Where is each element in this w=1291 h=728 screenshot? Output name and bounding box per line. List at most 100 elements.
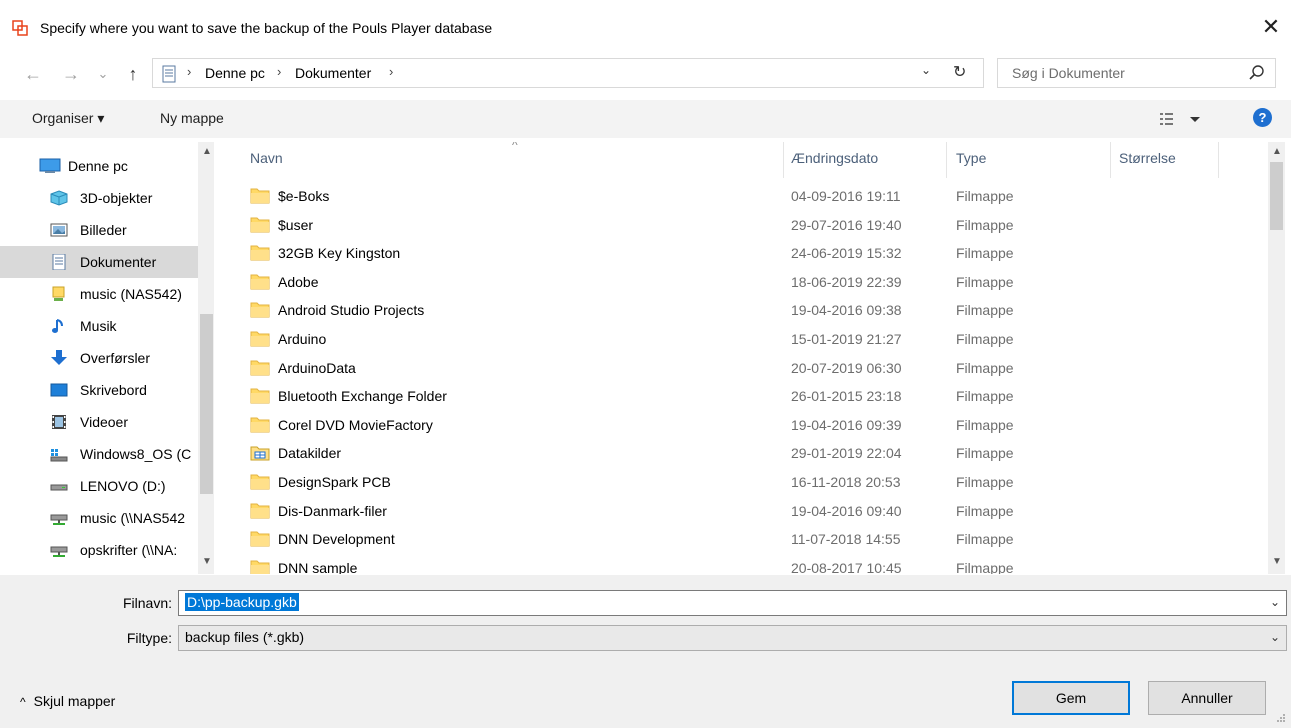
column-header-size[interactable]: Størrelse xyxy=(1119,150,1176,166)
sidebar-item-videos[interactable]: Videoer xyxy=(0,406,198,438)
folder-icon xyxy=(250,302,270,318)
sidebar-item-music-nas[interactable]: music (NAS542) xyxy=(0,278,198,310)
refresh-icon[interactable]: ↻ xyxy=(953,62,966,82)
file-row[interactable]: $user 29-07-2016 19:40 Filmappe xyxy=(228,211,1268,240)
column-divider[interactable] xyxy=(1218,142,1219,178)
breadcrumb-this-pc[interactable]: Denne pc xyxy=(205,65,265,81)
help-icon[interactable]: ? xyxy=(1253,108,1272,127)
file-row[interactable]: Dis-Danmark-filer 19-04-2016 09:40 Filmapp… xyxy=(228,497,1268,526)
sidebar-item-3d-objects[interactable]: 3D-objekter xyxy=(0,182,198,214)
folder-icon xyxy=(250,503,270,519)
folder-icon xyxy=(250,331,270,347)
file-date: 24-06-2019 15:32 xyxy=(791,245,902,262)
sidebar-item-lenovo-drive[interactable]: LENOVO (D:) xyxy=(0,470,198,502)
file-row[interactable]: DNN sample 20-08-2017 10:45 Filmappe xyxy=(228,554,1268,574)
sidebar-item-music[interactable]: Musik xyxy=(0,310,198,342)
sidebar-item-label: Videoer xyxy=(80,414,129,430)
column-divider[interactable] xyxy=(1110,142,1111,178)
file-type: Filmappe xyxy=(956,531,1014,548)
view-options-icon[interactable] xyxy=(1160,110,1210,128)
new-folder-button[interactable]: Ny mappe xyxy=(160,110,224,126)
sidebar-item-desktop[interactable]: Skrivebord xyxy=(0,374,198,406)
file-row[interactable]: DesignSpark PCB 16-11-2018 20:53 Filmappe xyxy=(228,468,1268,497)
column-header-date[interactable]: Ændringsdato xyxy=(791,150,878,166)
search-box[interactable]: Søg i Dokumenter xyxy=(997,58,1276,88)
sidebar-item-pictures[interactable]: Billeder xyxy=(0,214,198,246)
scroll-up-icon[interactable]: ▲ xyxy=(1272,146,1282,157)
file-type: Filmappe xyxy=(956,302,1014,319)
search-input[interactable]: Søg i Dokumenter xyxy=(1012,65,1125,81)
recent-locations-chevron-icon[interactable]: ⌄ xyxy=(90,56,116,92)
file-row[interactable]: Bluetooth Exchange Folder 26-01-2015 23:1… xyxy=(228,382,1268,411)
organize-menu-button[interactable]: Organiser ▾ xyxy=(32,110,104,127)
file-row[interactable]: $e-Boks 04-09-2016 19:11 Filmappe xyxy=(228,182,1268,211)
file-row[interactable]: Corel DVD MovieFactory 19-04-2016 09:39 Fi… xyxy=(228,411,1268,440)
file-type: Filmappe xyxy=(956,559,1014,574)
address-bar[interactable]: › Denne pc › Dokumenter › ⌄ ↻ xyxy=(152,58,984,88)
file-name: Bluetooth Exchange Folder xyxy=(278,388,447,405)
file-row[interactable]: Android Studio Projects 19-04-2016 09:38 F… xyxy=(228,296,1268,325)
up-arrow-icon[interactable]: ↑ xyxy=(120,56,146,92)
film-icon xyxy=(52,415,66,429)
filetype-dropdown-icon[interactable]: ⌄ xyxy=(1270,630,1280,644)
search-icon[interactable] xyxy=(1248,64,1266,82)
network-folder-icon xyxy=(52,286,65,301)
file-type: Filmappe xyxy=(956,188,1014,204)
sidebar-item-windows-os-drive[interactable]: Windows8_OS (C xyxy=(0,438,198,470)
sidebar-scrollbar[interactable]: ▲ ▼ xyxy=(198,142,214,574)
sidebar-item-downloads[interactable]: Overførsler xyxy=(0,342,198,374)
file-name: Arduino xyxy=(278,331,327,347)
sidebar-item-label: LENOVO (D:) xyxy=(80,478,166,494)
back-arrow-icon[interactable]: ← xyxy=(20,56,46,92)
save-button[interactable]: Gem xyxy=(1012,681,1130,715)
filename-dropdown-icon[interactable]: ⌄ xyxy=(1270,595,1280,609)
sidebar-item-music-network-drive[interactable]: music (\\NAS542 xyxy=(0,502,198,534)
column-header-name[interactable]: Navn xyxy=(250,150,283,166)
file-list-scroll-thumb[interactable] xyxy=(1270,162,1283,230)
computer-icon xyxy=(39,158,61,173)
filetype-select[interactable]: backup files (*.gkb) ⌄ xyxy=(178,625,1287,651)
file-name: Corel DVD MovieFactory xyxy=(278,416,433,433)
sidebar-item-this-pc[interactable]: Denne pc xyxy=(0,150,198,182)
scroll-up-icon[interactable]: ▲ xyxy=(202,146,212,157)
sidebar-item-label: Overførsler xyxy=(80,350,150,366)
file-name: DNN sample xyxy=(278,559,358,574)
file-list: ^ Navn Ændringsdato Type Størrelse $e-Bo… xyxy=(228,142,1291,574)
folder-icon xyxy=(250,245,270,261)
scroll-down-icon[interactable]: ▼ xyxy=(1272,556,1282,567)
windows-drive-icon xyxy=(50,449,68,462)
sidebar-scroll-thumb[interactable] xyxy=(200,314,213,494)
file-row[interactable]: Adobe 18-06-2019 22:39 Filmappe xyxy=(228,268,1268,297)
scroll-down-icon[interactable]: ▼ xyxy=(202,556,212,567)
file-type: Filmappe xyxy=(956,216,1014,233)
sidebar-item-label: 3D-objekter xyxy=(80,190,153,206)
file-name: Android Studio Projects xyxy=(278,302,425,319)
cancel-button[interactable]: Annuller xyxy=(1148,681,1266,715)
sidebar-item-opskrifter-network-drive[interactable]: opskrifter (\\NA: xyxy=(0,534,198,566)
folder-icon xyxy=(250,531,270,547)
filename-input[interactable]: D:\pp-backup.gkb xyxy=(185,593,299,611)
close-icon[interactable]: ✕ xyxy=(1258,14,1284,40)
forward-arrow-icon[interactable]: → xyxy=(58,56,84,92)
column-divider[interactable] xyxy=(783,142,784,178)
navigation-bar: ← → ⌄ ↑ › Denne pc › Dokumenter › ⌄ ↻ Sø… xyxy=(0,56,1291,92)
file-row[interactable]: 32GB Key Kingston 24-06-2019 15:32 Filmapp… xyxy=(228,239,1268,268)
file-row[interactable]: ArduinoData 20-07-2019 06:30 Filmappe xyxy=(228,354,1268,383)
breadcrumb-documents[interactable]: Dokumenter xyxy=(295,65,371,81)
file-row[interactable]: Arduino 15-01-2019 21:27 Filmappe xyxy=(228,325,1268,354)
file-name: 32GB Key Kingston xyxy=(278,245,401,262)
file-type: Filmappe xyxy=(956,502,1014,519)
file-row[interactable]: DNN Development 11-07-2018 14:55 Filmappe xyxy=(228,525,1268,554)
address-dropdown-icon[interactable]: ⌄ xyxy=(921,63,931,77)
hide-folders-toggle[interactable]: ^ Skjul mapper xyxy=(20,693,115,709)
column-divider[interactable] xyxy=(946,142,947,178)
column-header-type[interactable]: Type xyxy=(956,150,986,166)
file-date: 20-08-2017 10:45 xyxy=(791,559,902,574)
file-list-scrollbar[interactable]: ▲ ▼ xyxy=(1268,142,1285,574)
sidebar-item-documents[interactable]: Dokumenter xyxy=(0,246,198,278)
file-date: 15-01-2019 21:27 xyxy=(791,331,902,347)
filetype-value: backup files (*.gkb) xyxy=(185,629,305,645)
file-row[interactable]: Datakilder 29-01-2019 22:04 Filmappe xyxy=(228,439,1268,468)
filename-field[interactable]: D:\pp-backup.gkb ⌄ xyxy=(178,590,1287,616)
resize-grip-icon[interactable] xyxy=(1274,711,1286,723)
